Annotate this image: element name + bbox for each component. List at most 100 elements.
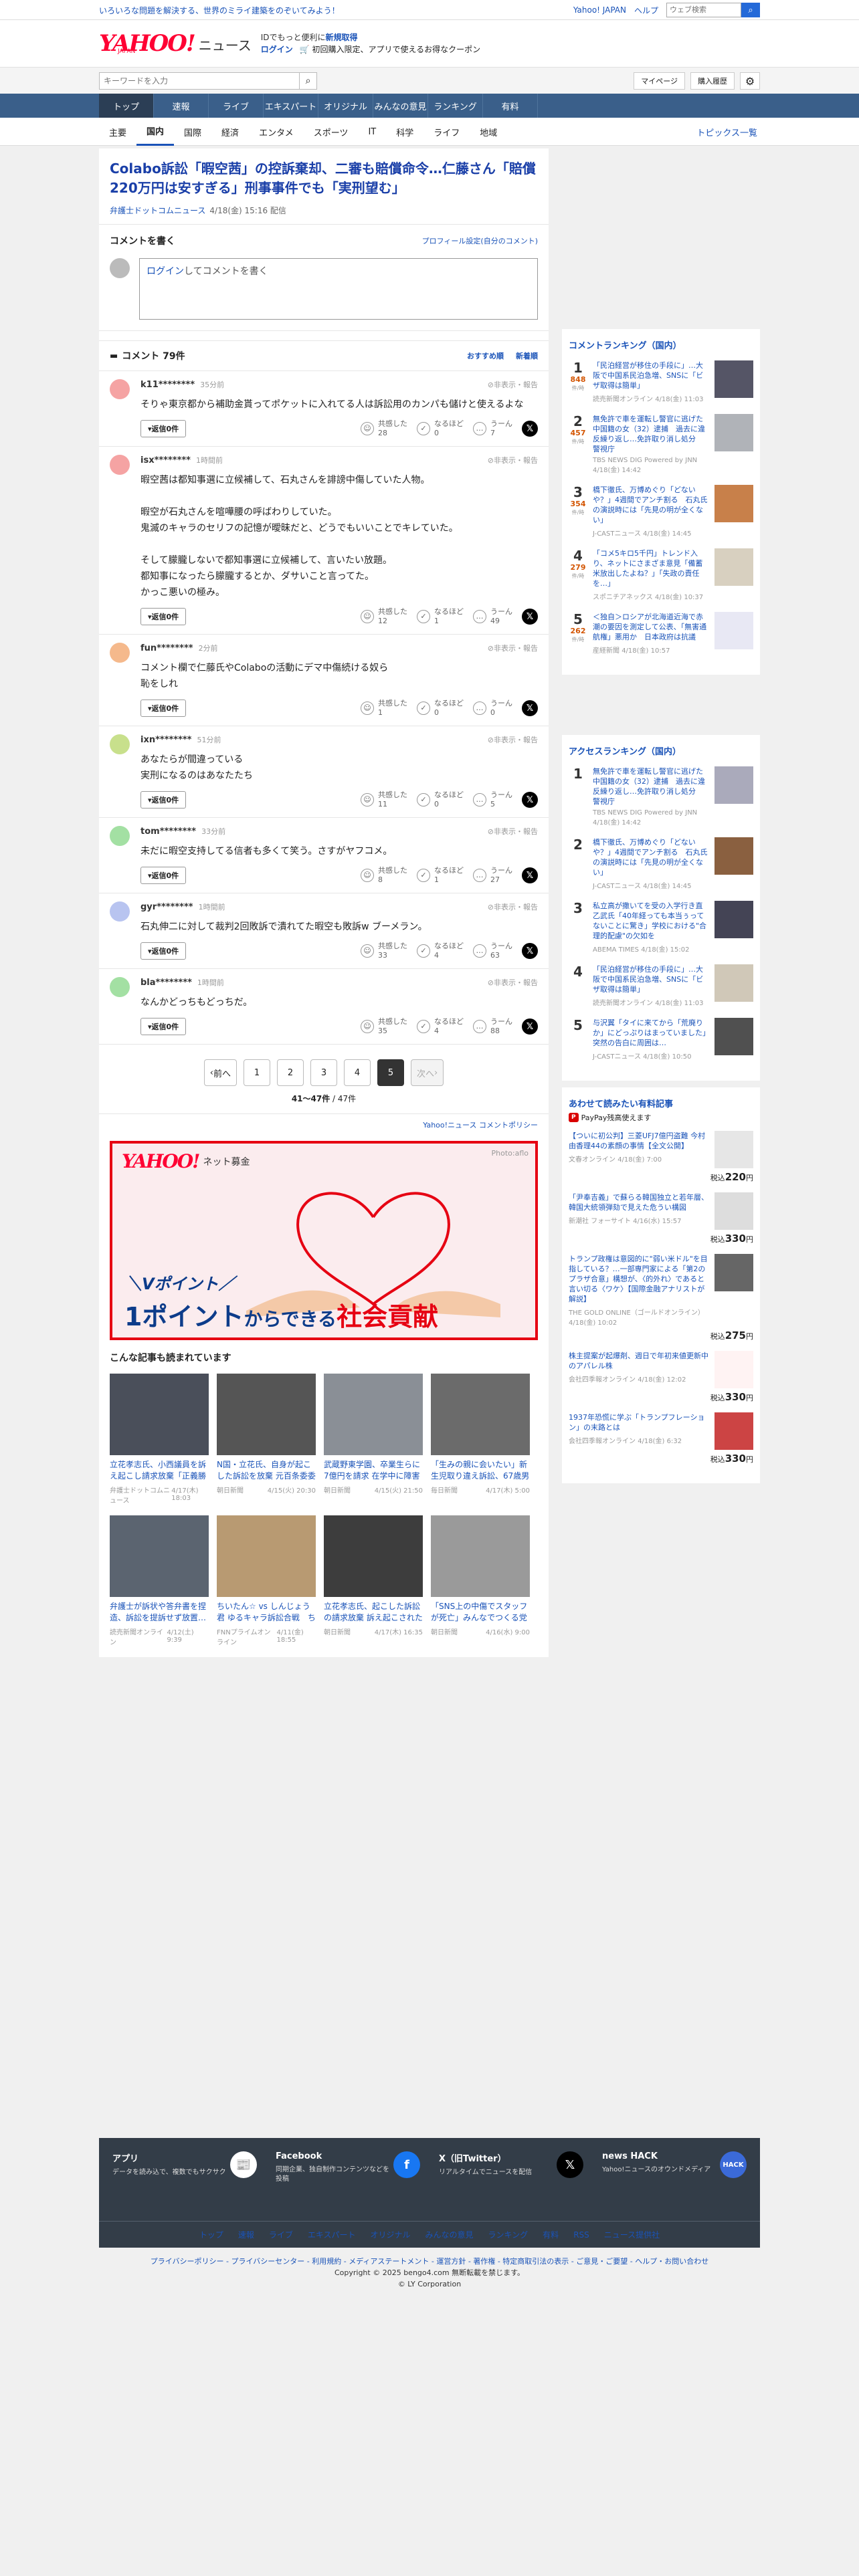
keyword-input[interactable] — [99, 72, 300, 90]
paid-item[interactable]: トランプ政権は意図的に"弱い米ドル"を目指している？…一部専門家による「第2のプ… — [569, 1254, 753, 1327]
login-link[interactable]: ログイン — [261, 45, 293, 54]
footer-link[interactable]: RSS — [573, 2230, 589, 2240]
footer-link[interactable]: ライブ — [269, 2229, 293, 2240]
ranking-item[interactable]: 4 「民泊経営が移住の手段に」…大阪で中国系民泊急増、SNSに「ビザ取得は簡単」読… — [569, 964, 753, 1007]
report-link[interactable]: ⊘非表示・報告 — [488, 826, 538, 837]
donation-banner[interactable]: YAHOO! ネット募金 Photo:aflo ＼Vポイント／ 1ポイントからで… — [110, 1141, 538, 1340]
rank-title[interactable]: 「民泊経営が移住の手段に」…大阪で中国系民泊急増、SNSに「ビザ取得は簡単」 — [593, 964, 709, 994]
page-1[interactable]: 1 — [244, 1059, 270, 1086]
comment-textarea[interactable]: ログインしてコメントを書く — [139, 258, 538, 320]
x-share-icon[interactable]: 𝕏 — [522, 867, 538, 883]
hmm-button[interactable]: … うーん 63 — [473, 942, 512, 960]
footer-link[interactable]: エキスパート — [308, 2229, 356, 2240]
article-card-title[interactable]: 「SNS上の中傷でスタッフが死亡」みんなでつくる党が公表 — [431, 1601, 530, 1624]
nav-original[interactable]: オリジナル — [318, 94, 373, 118]
ranking-item[interactable]: 4 279 件/時 「コメ5キロ5千円」トレンド入り、ネットにさまざま意見「備蓄米放出… — [569, 548, 753, 601]
profile-settings-link[interactable]: プロフィール設定(自分のコメント) — [422, 235, 538, 246]
empathy-button[interactable]: ☺ 共感した 1 — [361, 699, 407, 718]
cat-life[interactable]: ライフ — [423, 118, 470, 146]
article-card-title[interactable]: 「生みの親に会いたい」新生児取り違え訴訟、67歳男性に21日判決 — [431, 1459, 530, 1482]
article-card-title[interactable]: 立花孝志氏、起こした訴訟の請求放棄 訴え起こされた議員は批判 — [324, 1601, 423, 1624]
comment-user[interactable]: isx******** — [140, 455, 191, 465]
paid-item[interactable]: 「尹奉吉義」で蘇らる韓国独立と若年層、韓国大統領弾劾で見えた危うい構図 新潮社 フ… — [569, 1192, 753, 1230]
empathy-button[interactable]: ☺ 共感した 35 — [361, 1017, 407, 1036]
comment-policy-link[interactable]: Yahoo!ニュース コメントポリシー — [423, 1121, 538, 1130]
footer-link[interactable]: 有料 — [543, 2229, 559, 2240]
rank-title[interactable]: 橋下徹氏、万博めぐり「どないや？」4週間でアンチ割る 石丸氏の演説時には「先見の… — [593, 485, 709, 525]
footer-link[interactable]: 速報 — [238, 2229, 254, 2240]
nav-live[interactable]: ライブ — [209, 94, 264, 118]
yahoo-news-logo[interactable]: YAHOO! JAPAN ニュース — [99, 32, 252, 55]
footer-service[interactable]: Facebook 同期企業、独自制作コンテンツなどを投稿 f — [276, 2151, 420, 2208]
page-3[interactable]: 3 — [310, 1059, 337, 1086]
article-card[interactable]: 武蔵野東学園、卒業生らに7億円を請求 在学中に障害者を利用… 朝日新聞 4/15(火… — [324, 1374, 423, 1505]
cat-sports[interactable]: スポーツ — [304, 118, 359, 146]
nav-ranking[interactable]: ランキング — [428, 94, 483, 118]
x-share-icon[interactable]: 𝕏 — [522, 609, 538, 625]
article-card-title[interactable]: ちいたん☆ vs しんじょう君 ゆるキャラ訴訟合戦 ちいたん☆… — [217, 1601, 316, 1624]
hmm-button[interactable]: … うーん 5 — [473, 790, 512, 809]
comment-user[interactable]: ixn******** — [140, 735, 191, 745]
insight-button[interactable]: ✓ なるほど 4 — [417, 1017, 464, 1036]
rank-title[interactable]: 私立高が撒いてを受の入学行き直 乙武氏「40年経っても本当ぅってないことに驚き」… — [593, 901, 709, 941]
cat-science[interactable]: 科学 — [386, 118, 423, 146]
cat-main[interactable]: 主要 — [99, 118, 136, 146]
prev-page-button[interactable]: ‹ 前へ — [203, 1059, 237, 1086]
ranking-item[interactable]: 3 354 件/時 橋下徹氏、万博めぐり「どないや？」4週間でアンチ割る 石丸氏の演説… — [569, 485, 753, 538]
ranking-item[interactable]: 3 私立高が撒いてを受の入学行き直 乙武氏「40年経っても本当ぅってないことに驚き… — [569, 901, 753, 954]
comment-user[interactable]: fun******** — [140, 643, 193, 653]
comment-user[interactable]: tom******** — [140, 827, 196, 837]
register-link[interactable]: 新規取得 — [326, 33, 358, 42]
article-card-title[interactable]: N国・立花氏、自身が起こした訴訟を放棄 元百条委委員長に暗… — [217, 1459, 316, 1482]
reply-button[interactable]: ▾ 返信0件 — [140, 791, 187, 809]
topics-list-link[interactable]: トピックス一覧 — [696, 126, 760, 138]
mypage-button[interactable]: マイページ — [634, 72, 685, 90]
empathy-button[interactable]: ☺ 共感した 28 — [361, 419, 407, 438]
hmm-button[interactable]: … うーん 88 — [473, 1017, 512, 1036]
hmm-button[interactable]: … うーん 27 — [473, 866, 512, 885]
hmm-button[interactable]: … うーん 0 — [473, 699, 512, 718]
paid-title[interactable]: 【ついに初公判】三菱UFJ7億円盗難 今村由香理44の素顔の事情【全文公開】 — [569, 1131, 709, 1151]
cat-local[interactable]: 地域 — [470, 118, 507, 146]
yahoo-japan-link[interactable]: Yahoo! JAPAN — [573, 5, 626, 15]
x-share-icon[interactable]: 𝕏 — [522, 421, 538, 437]
reply-button[interactable]: ▾ 返信0件 — [140, 700, 187, 717]
page-4[interactable]: 4 — [344, 1059, 371, 1086]
nav-top[interactable]: トップ — [99, 94, 154, 118]
ranking-item[interactable]: 2 橋下徹氏、万博めぐり「どないや？」4週間でアンチ割る 石丸氏の演説時には「先見… — [569, 837, 753, 890]
hmm-button[interactable]: … うーん 49 — [473, 607, 512, 626]
ranking-item[interactable]: 1 無免許で車を運転し警官に逃げた中国籍の女（32）逮捕 過去に違反繰り返し…免許… — [569, 766, 753, 827]
search-icon[interactable]: ⌕ — [300, 72, 317, 90]
web-search-input[interactable] — [666, 3, 741, 17]
cat-domestic[interactable]: 国内 — [136, 118, 175, 146]
article-card-title[interactable]: 立花孝志氏、小西議員を訴え起こし請求放棄「正義勝った」“… — [110, 1459, 209, 1482]
reply-button[interactable]: ▾ 返信0件 — [140, 1018, 187, 1035]
reply-button[interactable]: ▾ 返信0件 — [140, 867, 187, 884]
rank-title[interactable]: 「民泊経営が移住の手段に」…大阪で中国系民泊急増、SNSに「ビザ取得は簡単」 — [593, 360, 709, 391]
insight-button[interactable]: ✓ なるほど 0 — [417, 790, 464, 809]
x-share-icon[interactable]: 𝕏 — [522, 700, 538, 716]
paid-item[interactable]: 1937年恐慌に学ぶ「トランプフレーション」の末路とは 会社四季報オンライン 4/… — [569, 1412, 753, 1450]
comment-user[interactable]: k11******** — [140, 380, 195, 390]
empathy-button[interactable]: ☺ 共感した 8 — [361, 866, 407, 885]
nav-paid[interactable]: 有料 — [483, 94, 538, 118]
nav-opinion[interactable]: みんなの意見 — [373, 94, 428, 118]
hmm-button[interactable]: … うーん 7 — [473, 419, 512, 438]
comment-user[interactable]: gyr******** — [140, 902, 193, 912]
article-card[interactable]: N国・立花氏、自身が起こした訴訟を放棄 元百条委委員長に暗… 朝日新聞 4/15(火… — [217, 1374, 316, 1505]
paid-title[interactable]: 「尹奉吉義」で蘇らる韓国独立と若年層、韓国大統領弾劾で見えた危うい構図 — [569, 1192, 709, 1212]
report-link[interactable]: ⊘非表示・報告 — [488, 379, 538, 390]
cat-it[interactable]: IT — [358, 118, 386, 146]
rank-title[interactable]: 無免許で車を運転し警官に逃げた中国籍の女（32）逮捕 過去に違反繰り返し…免許取… — [593, 414, 709, 454]
report-link[interactable]: ⊘非表示・報告 — [488, 901, 538, 912]
article-source[interactable]: 弁護士ドットコムニュース — [110, 206, 205, 215]
article-card[interactable]: 「SNS上の中傷でスタッフが死亡」みんなでつくる党が公表朝日新聞 4/16(水) … — [431, 1515, 530, 1646]
insight-button[interactable]: ✓ なるほど 0 — [417, 699, 464, 718]
next-page-button[interactable]: 次へ › — [411, 1059, 444, 1086]
rank-title[interactable]: 橋下徹氏、万博めぐり「どないや？」4週間でアンチ割る 石丸氏の演説時には「先見の… — [593, 837, 709, 877]
x-share-icon[interactable]: 𝕏 — [522, 1018, 538, 1035]
help-link[interactable]: ヘルプ — [634, 5, 658, 16]
cat-economy[interactable]: 経済 — [211, 118, 249, 146]
sort-newest[interactable]: 新着順 — [516, 350, 538, 361]
empathy-button[interactable]: ☺ 共感した 12 — [361, 607, 407, 626]
